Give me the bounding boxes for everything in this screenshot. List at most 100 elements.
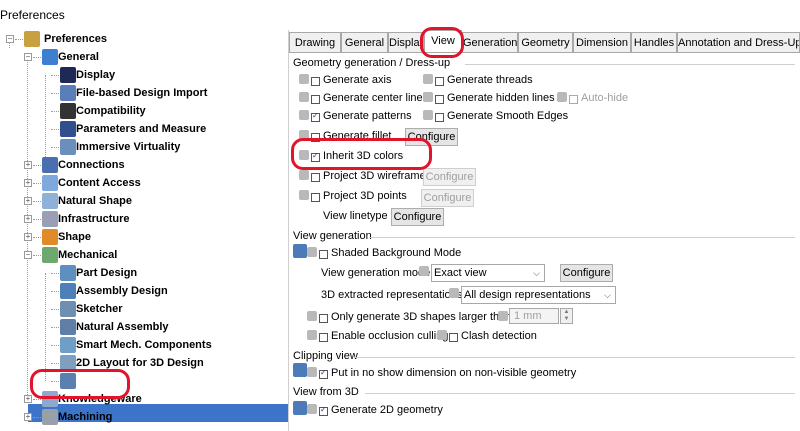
generate-hidden-lines-option[interactable]: Generate hidden lines: [423, 91, 573, 107]
expand-icon[interactable]: +: [24, 413, 32, 421]
generate-threads-option[interactable]: Generate threads: [423, 73, 563, 89]
tree-item-content-access[interactable]: + Content Access: [0, 174, 288, 192]
generate-patterns-checkbox[interactable]: [311, 111, 320, 122]
clash-detection-option[interactable]: Clash detection: [437, 329, 547, 345]
occlusion-culling-label: Enable occlusion culling: [331, 330, 449, 342]
tree-item-part-design[interactable]: Part Design: [0, 264, 288, 282]
tree-item-natural-shape[interactable]: + Natural Shape: [0, 192, 288, 210]
view-generation-mode-label: View generation mode: [321, 267, 431, 279]
tab-dimension[interactable]: Dimension: [573, 32, 631, 52]
tab-generation[interactable]: Generation: [462, 32, 518, 52]
smart-mech-icon: [60, 337, 76, 353]
linetype-configure-button[interactable]: Configure: [391, 208, 444, 226]
no-show-dimension-option[interactable]: Put in no show dimension on non-visible …: [307, 366, 587, 382]
generate-center-lines-option[interactable]: Generate center lines: [299, 91, 428, 107]
clash-detection-checkbox[interactable]: [449, 333, 458, 342]
project-3d-points-option[interactable]: Project 3D points: [299, 189, 419, 205]
only-generate-larger-checkbox[interactable]: [319, 314, 328, 323]
tree-item-preferences[interactable]: − Preferences: [0, 30, 288, 48]
occlusion-culling-option[interactable]: Enable occlusion culling: [307, 329, 448, 345]
tree-item-immersive-virtuality[interactable]: Immersive Virtuality: [0, 138, 288, 156]
expand-icon[interactable]: +: [24, 179, 32, 187]
tab-general[interactable]: General: [341, 32, 388, 52]
occlusion-culling-checkbox[interactable]: [319, 333, 328, 342]
points-configure-button[interactable]: Configure: [421, 189, 474, 207]
generate-threads-checkbox[interactable]: [435, 77, 444, 86]
generate-patterns-label: Generate patterns: [323, 110, 412, 122]
collapse-icon[interactable]: −: [24, 251, 32, 259]
tree-item-sketcher[interactable]: Sketcher: [0, 300, 288, 318]
preferences-tree[interactable]: − Preferences − General Display File-based De…: [0, 30, 288, 431]
tree-item-compatibility[interactable]: Compatibility: [0, 102, 288, 120]
shaded-background-option[interactable]: Shaded Background Mode: [307, 246, 477, 262]
wireframe-configure-button[interactable]: Configure: [423, 168, 476, 186]
no-show-dimension-checkbox[interactable]: [319, 368, 328, 379]
push-pin-icon: [293, 401, 307, 415]
tree-item-label: Part Design: [76, 267, 138, 279]
project-3d-wireframe-checkbox[interactable]: [311, 173, 320, 182]
inherit-3d-colors-option[interactable]: Inherit 3D colors: [299, 149, 419, 165]
inherit-3d-colors-checkbox[interactable]: [311, 151, 320, 162]
size-spinner-buttons[interactable]: ▲ ▼: [560, 308, 573, 324]
generate-2d-geometry-checkbox[interactable]: [319, 405, 328, 416]
tree-item-assembly-design[interactable]: Assembly Design: [0, 282, 288, 300]
tree-item-general[interactable]: − General: [0, 48, 288, 66]
only-generate-larger-option[interactable]: Only generate 3D shapes larger than: [307, 310, 511, 326]
fillet-configure-button[interactable]: Configure: [405, 128, 458, 146]
generate-smooth-edges-checkbox[interactable]: [435, 113, 444, 122]
tab-display[interactable]: Display: [388, 32, 424, 52]
generate-fillet-checkbox[interactable]: [311, 133, 320, 142]
tree-item-infrastructure[interactable]: + Infrastructure: [0, 210, 288, 228]
generate-fillet-option[interactable]: Generate fillet: [299, 129, 404, 145]
tree-item-label: Sketcher: [76, 303, 123, 315]
tree-item-machining[interactable]: + Machining: [0, 408, 288, 426]
generate-hidden-lines-label: Generate hidden lines: [447, 92, 555, 104]
auto-hide-option[interactable]: Auto-hide: [557, 91, 637, 107]
generate-center-lines-checkbox[interactable]: [311, 95, 320, 104]
expand-icon[interactable]: +: [24, 161, 32, 169]
shape-size-input[interactable]: 1 mm: [509, 308, 559, 324]
lock-icon: [437, 330, 447, 340]
infrastructure-icon: [42, 211, 58, 227]
drafting-settings-panel: Drawing General Display View Generation Geome…: [289, 30, 800, 431]
tab-geometry[interactable]: Geometry: [518, 32, 573, 52]
shaded-background-checkbox[interactable]: [319, 250, 328, 259]
expand-icon[interactable]: +: [24, 395, 32, 403]
expand-icon[interactable]: +: [24, 215, 32, 223]
collapse-icon[interactable]: −: [24, 53, 32, 61]
tree-item-parameters-and-measure[interactable]: Parameters and Measure: [0, 120, 288, 138]
mode-configure-button[interactable]: Configure: [560, 264, 613, 282]
generate-axis-option[interactable]: Generate axis: [299, 73, 429, 89]
generate-hidden-lines-checkbox[interactable]: [435, 95, 444, 104]
auto-hide-checkbox[interactable]: [569, 95, 578, 104]
tree-item-connections[interactable]: + Connections: [0, 156, 288, 174]
tree-item-display[interactable]: Display: [0, 66, 288, 84]
tree-item-shape[interactable]: + Shape: [0, 228, 288, 246]
tree-item-drafting[interactable]: Drafting: [0, 372, 288, 390]
view-generation-mode-select[interactable]: Exact view ⌵: [431, 264, 545, 282]
generate-2d-geometry-option[interactable]: Generate 2D geometry: [307, 403, 467, 419]
chevron-down-icon: ⌵: [533, 268, 540, 278]
project-3d-points-checkbox[interactable]: [311, 193, 320, 202]
expand-icon[interactable]: +: [24, 197, 32, 205]
project-3d-wireframe-option[interactable]: Project 3D wireframe: [299, 169, 426, 185]
generate-smooth-edges-option[interactable]: Generate Smooth Edges: [423, 109, 583, 125]
tree-item-natural-assembly[interactable]: Natural Assembly: [0, 318, 288, 336]
expand-icon[interactable]: +: [24, 233, 32, 241]
tab-drawing[interactable]: Drawing: [289, 32, 341, 52]
tree-item-2d-layout-for-3d-design[interactable]: 2D Layout for 3D Design: [0, 354, 288, 372]
tab-view[interactable]: View: [424, 30, 462, 53]
collapse-icon[interactable]: −: [6, 35, 14, 43]
generate-patterns-option[interactable]: Generate patterns: [299, 109, 424, 125]
no-show-dimension-label: Put in no show dimension on non-visible …: [331, 367, 577, 379]
auto-hide-label: Auto-hide: [581, 92, 629, 104]
tree-item-mechanical[interactable]: − Mechanical: [0, 246, 288, 264]
view-generation-mode-value: Exact view: [434, 267, 487, 279]
extracted-representations-select[interactable]: All design representations ⌵: [461, 286, 616, 304]
tree-item-knowledgeware[interactable]: + Knowledgeware: [0, 390, 288, 408]
tab-annotation-and-dress-up[interactable]: Annotation and Dress-Up: [677, 32, 800, 52]
tree-item-file-based-design-import[interactable]: File-based Design Import: [0, 84, 288, 102]
tab-handles[interactable]: Handles: [631, 32, 677, 52]
generate-axis-checkbox[interactable]: [311, 77, 320, 86]
tree-item-smart-mech-components[interactable]: Smart Mech. Components: [0, 336, 288, 354]
